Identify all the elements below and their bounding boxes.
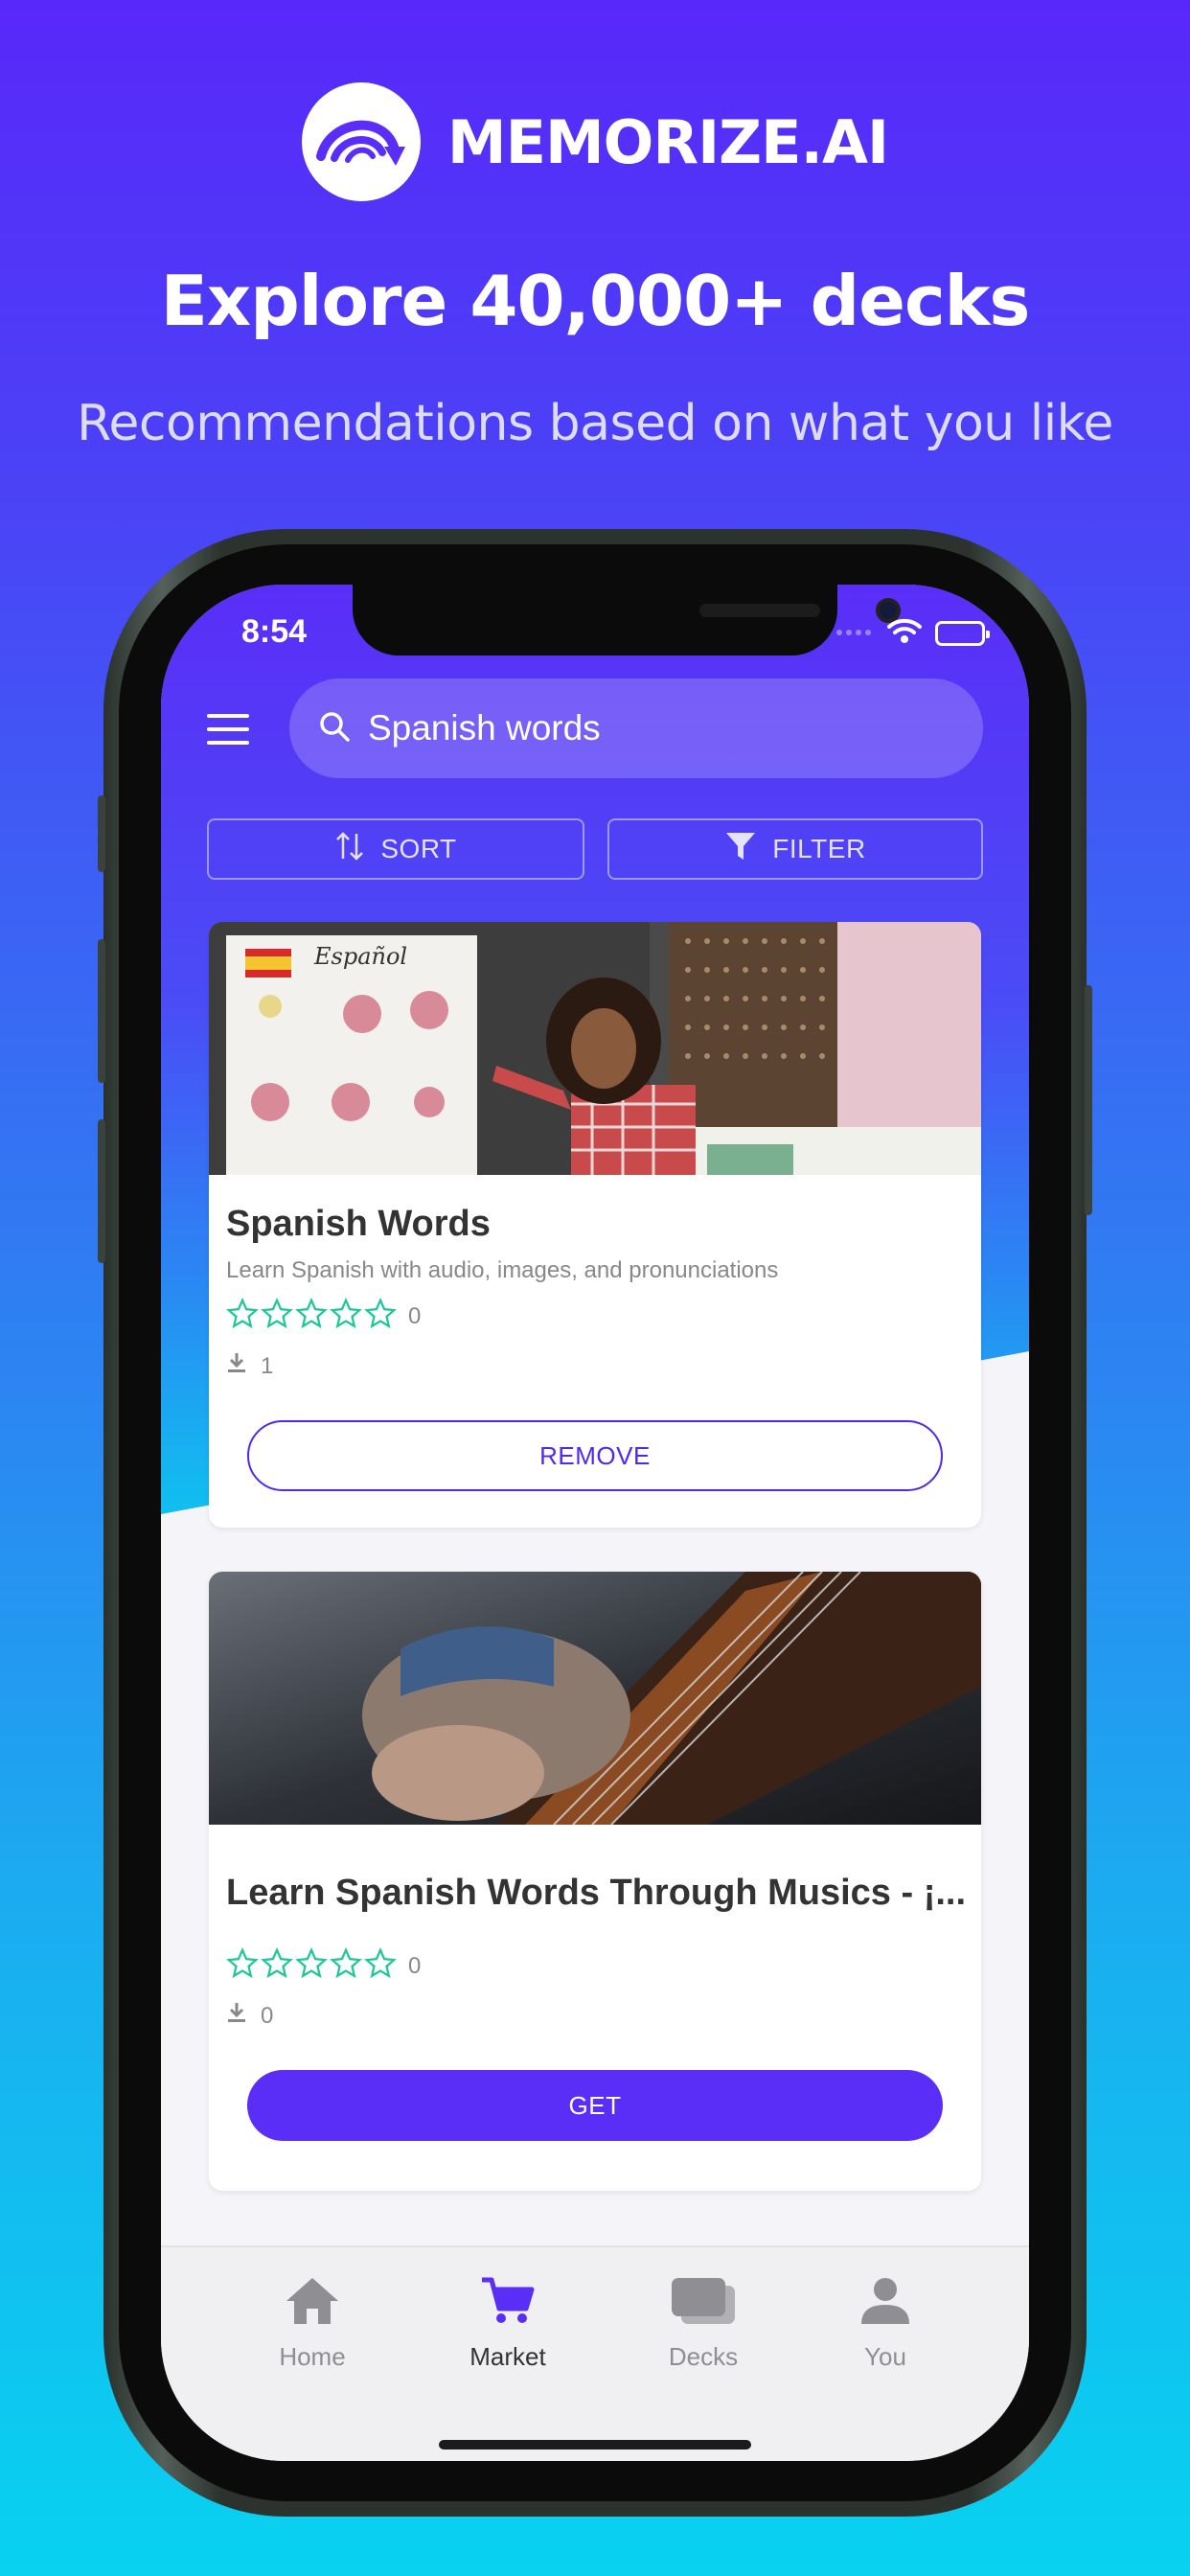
brand-header: MEMORIZE.AI: [0, 80, 1190, 203]
battery-icon: [935, 620, 990, 646]
cards-stack-icon: [670, 2276, 737, 2333]
tab-label: Market: [469, 2342, 546, 2371]
deck-image-teacher[interactable]: Español: [209, 922, 981, 1175]
marketing-subline: Recommendations based on what you like: [77, 395, 1113, 452]
remove-deck-button[interactable]: REMOVE: [247, 1420, 943, 1491]
star-outline-icon: [226, 1947, 259, 1985]
star-outline-icon: [330, 1298, 362, 1335]
tab-decks[interactable]: Decks: [627, 2276, 780, 2372]
filter-funnel-icon: [724, 830, 757, 869]
brand-name: MEMORIZE.AI: [446, 106, 889, 177]
star-outline-icon: [295, 1298, 328, 1335]
tab-you[interactable]: You: [809, 2276, 962, 2372]
get-deck-button[interactable]: GET: [247, 2070, 943, 2141]
phone-volume-down: [98, 1119, 105, 1263]
star-outline-icon: [330, 1947, 362, 1985]
star-outline-icon: [226, 1298, 259, 1335]
deck-rating[interactable]: 0: [226, 1298, 421, 1335]
phone-silent-switch: [98, 795, 105, 872]
rating-count: 0: [408, 1952, 422, 1979]
deck-downloads: 1: [226, 1351, 273, 1381]
sort-label: SORT: [380, 834, 457, 863]
deck-downloads: 0: [226, 2001, 273, 2031]
status-time: 8:54: [241, 613, 308, 650]
memorize-logo-icon: [301, 82, 421, 201]
download-icon: [226, 1351, 247, 1381]
poster-title: Español: [314, 943, 408, 970]
tab-home[interactable]: Home: [236, 2276, 389, 2372]
filter-label: FILTER: [772, 834, 866, 863]
home-icon: [285, 2276, 340, 2333]
star-outline-icon: [261, 1298, 293, 1335]
earpiece-speaker: [699, 604, 820, 617]
phone-volume-up: [98, 939, 105, 1083]
phone-power-button: [1085, 985, 1092, 1215]
filter-button[interactable]: FILTER: [607, 818, 983, 880]
marketing-headline: Explore 40,000+ decks: [160, 261, 1031, 341]
home-indicator[interactable]: [439, 2440, 751, 2450]
deck-description: Learn Spanish with audio, images, and pr…: [226, 1257, 779, 1283]
deck-rating[interactable]: 0: [226, 1947, 421, 1985]
deck-image-guitar[interactable]: [209, 1572, 981, 1825]
sort-arrows-icon: [334, 830, 365, 869]
download-icon: [226, 2001, 247, 2031]
star-outline-icon: [364, 1947, 397, 1985]
search-bar[interactable]: [289, 678, 983, 778]
tab-label: Home: [279, 2342, 346, 2371]
phone-screen: 8:54 SORT FILTER: [161, 585, 1029, 2461]
deck-title[interactable]: Learn Spanish Words Through Musics - ¡..…: [226, 1873, 964, 1914]
download-count: 0: [261, 2002, 274, 2029]
star-outline-icon: [295, 1947, 328, 1985]
wifi-icon: [887, 617, 922, 649]
tab-label: Decks: [668, 2342, 739, 2371]
tab-bar: Home Market Decks You: [161, 2245, 1029, 2461]
rating-count: 0: [408, 1302, 422, 1329]
deck-card[interactable]: Learn Spanish Words Through Musics - ¡..…: [209, 1572, 981, 2191]
deck-title[interactable]: Spanish Words: [226, 1204, 964, 1245]
cart-icon: [480, 2276, 536, 2333]
tab-market[interactable]: Market: [431, 2276, 584, 2372]
status-icons: [835, 617, 990, 649]
tab-label: You: [864, 2342, 906, 2371]
person-icon: [858, 2276, 913, 2333]
download-count: 1: [261, 1352, 274, 1379]
hamburger-menu-icon[interactable]: [207, 714, 249, 745]
signal-icon: [835, 625, 874, 642]
deck-card[interactable]: Español Spanish Words Learn Spanish with…: [209, 922, 981, 1528]
search-input[interactable]: [368, 708, 904, 748]
phone-notch: [353, 585, 901, 656]
sort-button[interactable]: SORT: [207, 818, 584, 880]
star-outline-icon: [261, 1947, 293, 1985]
star-outline-icon: [364, 1298, 397, 1335]
search-icon: [318, 710, 351, 748]
